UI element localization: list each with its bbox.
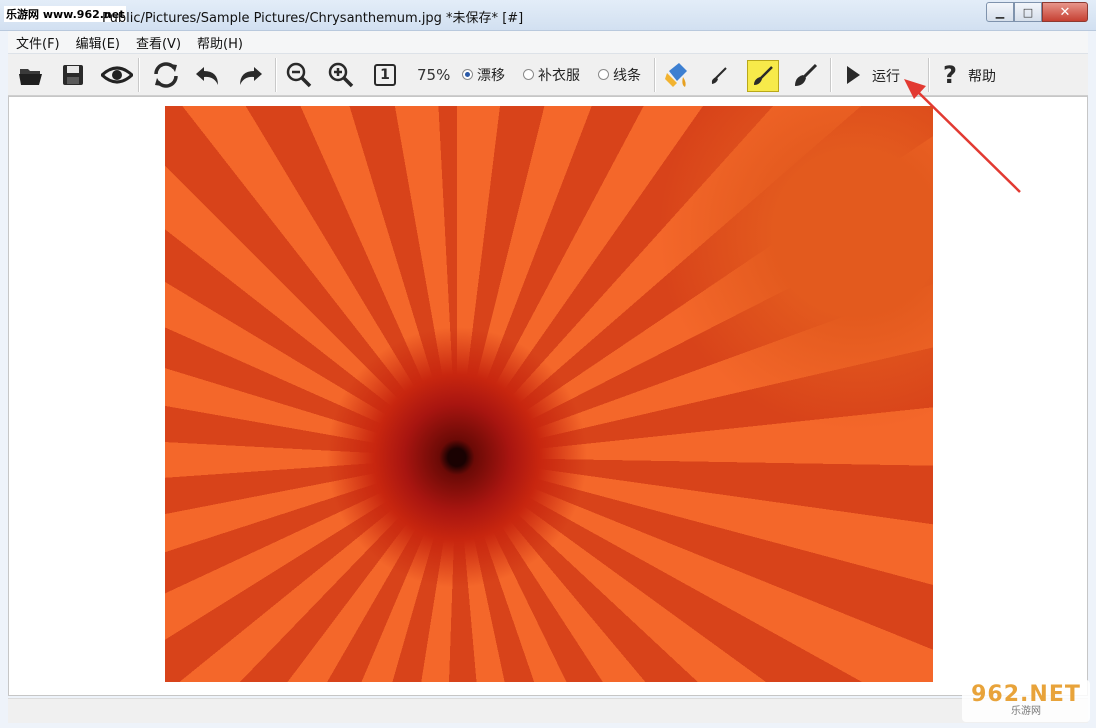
play-icon	[847, 66, 860, 84]
open-folder-icon	[19, 69, 42, 85]
radio-lines[interactable]	[598, 69, 609, 80]
mode-lines[interactable]: 线条	[598, 54, 641, 95]
image-canvas[interactable]	[8, 96, 1088, 696]
preview-button[interactable]	[100, 60, 134, 90]
paint-bucket-button[interactable]	[662, 60, 692, 90]
brush-highlight-button[interactable]	[747, 60, 779, 92]
refresh-button[interactable]	[149, 60, 183, 90]
brush-small-icon	[711, 67, 727, 84]
radio-drift[interactable]	[462, 69, 473, 80]
mode-clothes-label: 补衣服	[538, 67, 580, 84]
minimize-button[interactable]: ▁	[986, 2, 1014, 22]
zoom-out-button[interactable]	[284, 60, 314, 90]
brush-large-button[interactable]	[791, 60, 821, 90]
toolbar: 1 75% 漂移 补衣服 线条 运行 ? 帮助	[8, 54, 1088, 96]
menu-help[interactable]: 帮助(H)	[189, 33, 251, 52]
radio-clothes[interactable]	[523, 69, 534, 80]
mode-drift[interactable]: 漂移	[462, 54, 505, 95]
actual-size-button[interactable]: 1	[370, 60, 400, 90]
corner-logo-sub: 乐游网	[1011, 706, 1041, 717]
menu-bar: 文件(F) 编辑(E) 查看(V) 帮助(H)	[8, 31, 1088, 54]
close-button[interactable]: ✕	[1042, 2, 1088, 22]
corner-logo-main: 962.NET	[971, 682, 1081, 707]
preview-eye-icon	[101, 66, 133, 84]
window-title: Public/Pictures/Sample Pictures/Chrysant…	[102, 11, 524, 26]
zoom-level: 75%	[417, 66, 451, 84]
toolbar-separator	[830, 58, 832, 92]
run-label[interactable]: 运行	[872, 66, 900, 86]
undo-button[interactable]	[193, 60, 223, 90]
toolbar-separator	[654, 58, 656, 92]
redo-button[interactable]	[235, 60, 265, 90]
open-button[interactable]	[16, 60, 46, 90]
menu-edit[interactable]: 编辑(E)	[68, 33, 128, 52]
window-controls: ▁ □ ✕	[986, 2, 1088, 22]
save-button[interactable]	[58, 60, 88, 90]
toolbar-separator	[928, 58, 930, 92]
corner-logo: 962.NET 乐游网	[962, 680, 1090, 722]
refresh-icon	[154, 62, 178, 88]
help-question-icon: ?	[943, 61, 957, 89]
mode-drift-label: 漂移	[477, 67, 505, 84]
run-button[interactable]	[841, 60, 865, 90]
actual-size-icon: 1	[374, 64, 396, 86]
toolbar-separator	[138, 58, 140, 92]
brush-highlight-icon	[754, 66, 773, 85]
chrysanthemum-photo[interactable]	[165, 106, 933, 682]
mode-lines-label: 线条	[613, 67, 641, 84]
zoom-in-button[interactable]	[326, 60, 356, 90]
undo-icon	[196, 67, 218, 85]
help-label[interactable]: 帮助	[968, 66, 996, 86]
brush-large-icon	[795, 63, 818, 86]
redo-icon	[240, 67, 262, 85]
maximize-button[interactable]: □	[1014, 2, 1042, 22]
brush-small-button[interactable]	[704, 60, 734, 90]
menu-file[interactable]: 文件(F)	[8, 33, 68, 52]
mode-clothes[interactable]: 补衣服	[523, 54, 580, 95]
zoom-in-icon	[328, 62, 354, 88]
help-button[interactable]: ?	[938, 60, 962, 90]
zoom-out-icon	[286, 62, 312, 88]
toolbar-separator	[275, 58, 277, 92]
paint-bucket-icon	[665, 63, 687, 87]
save-disk-icon	[63, 65, 83, 85]
status-bar	[8, 698, 1088, 723]
title-bar: 乐游网 www.962.net Public/Pictures/Sample P…	[0, 0, 1096, 31]
menu-view[interactable]: 查看(V)	[128, 33, 189, 52]
